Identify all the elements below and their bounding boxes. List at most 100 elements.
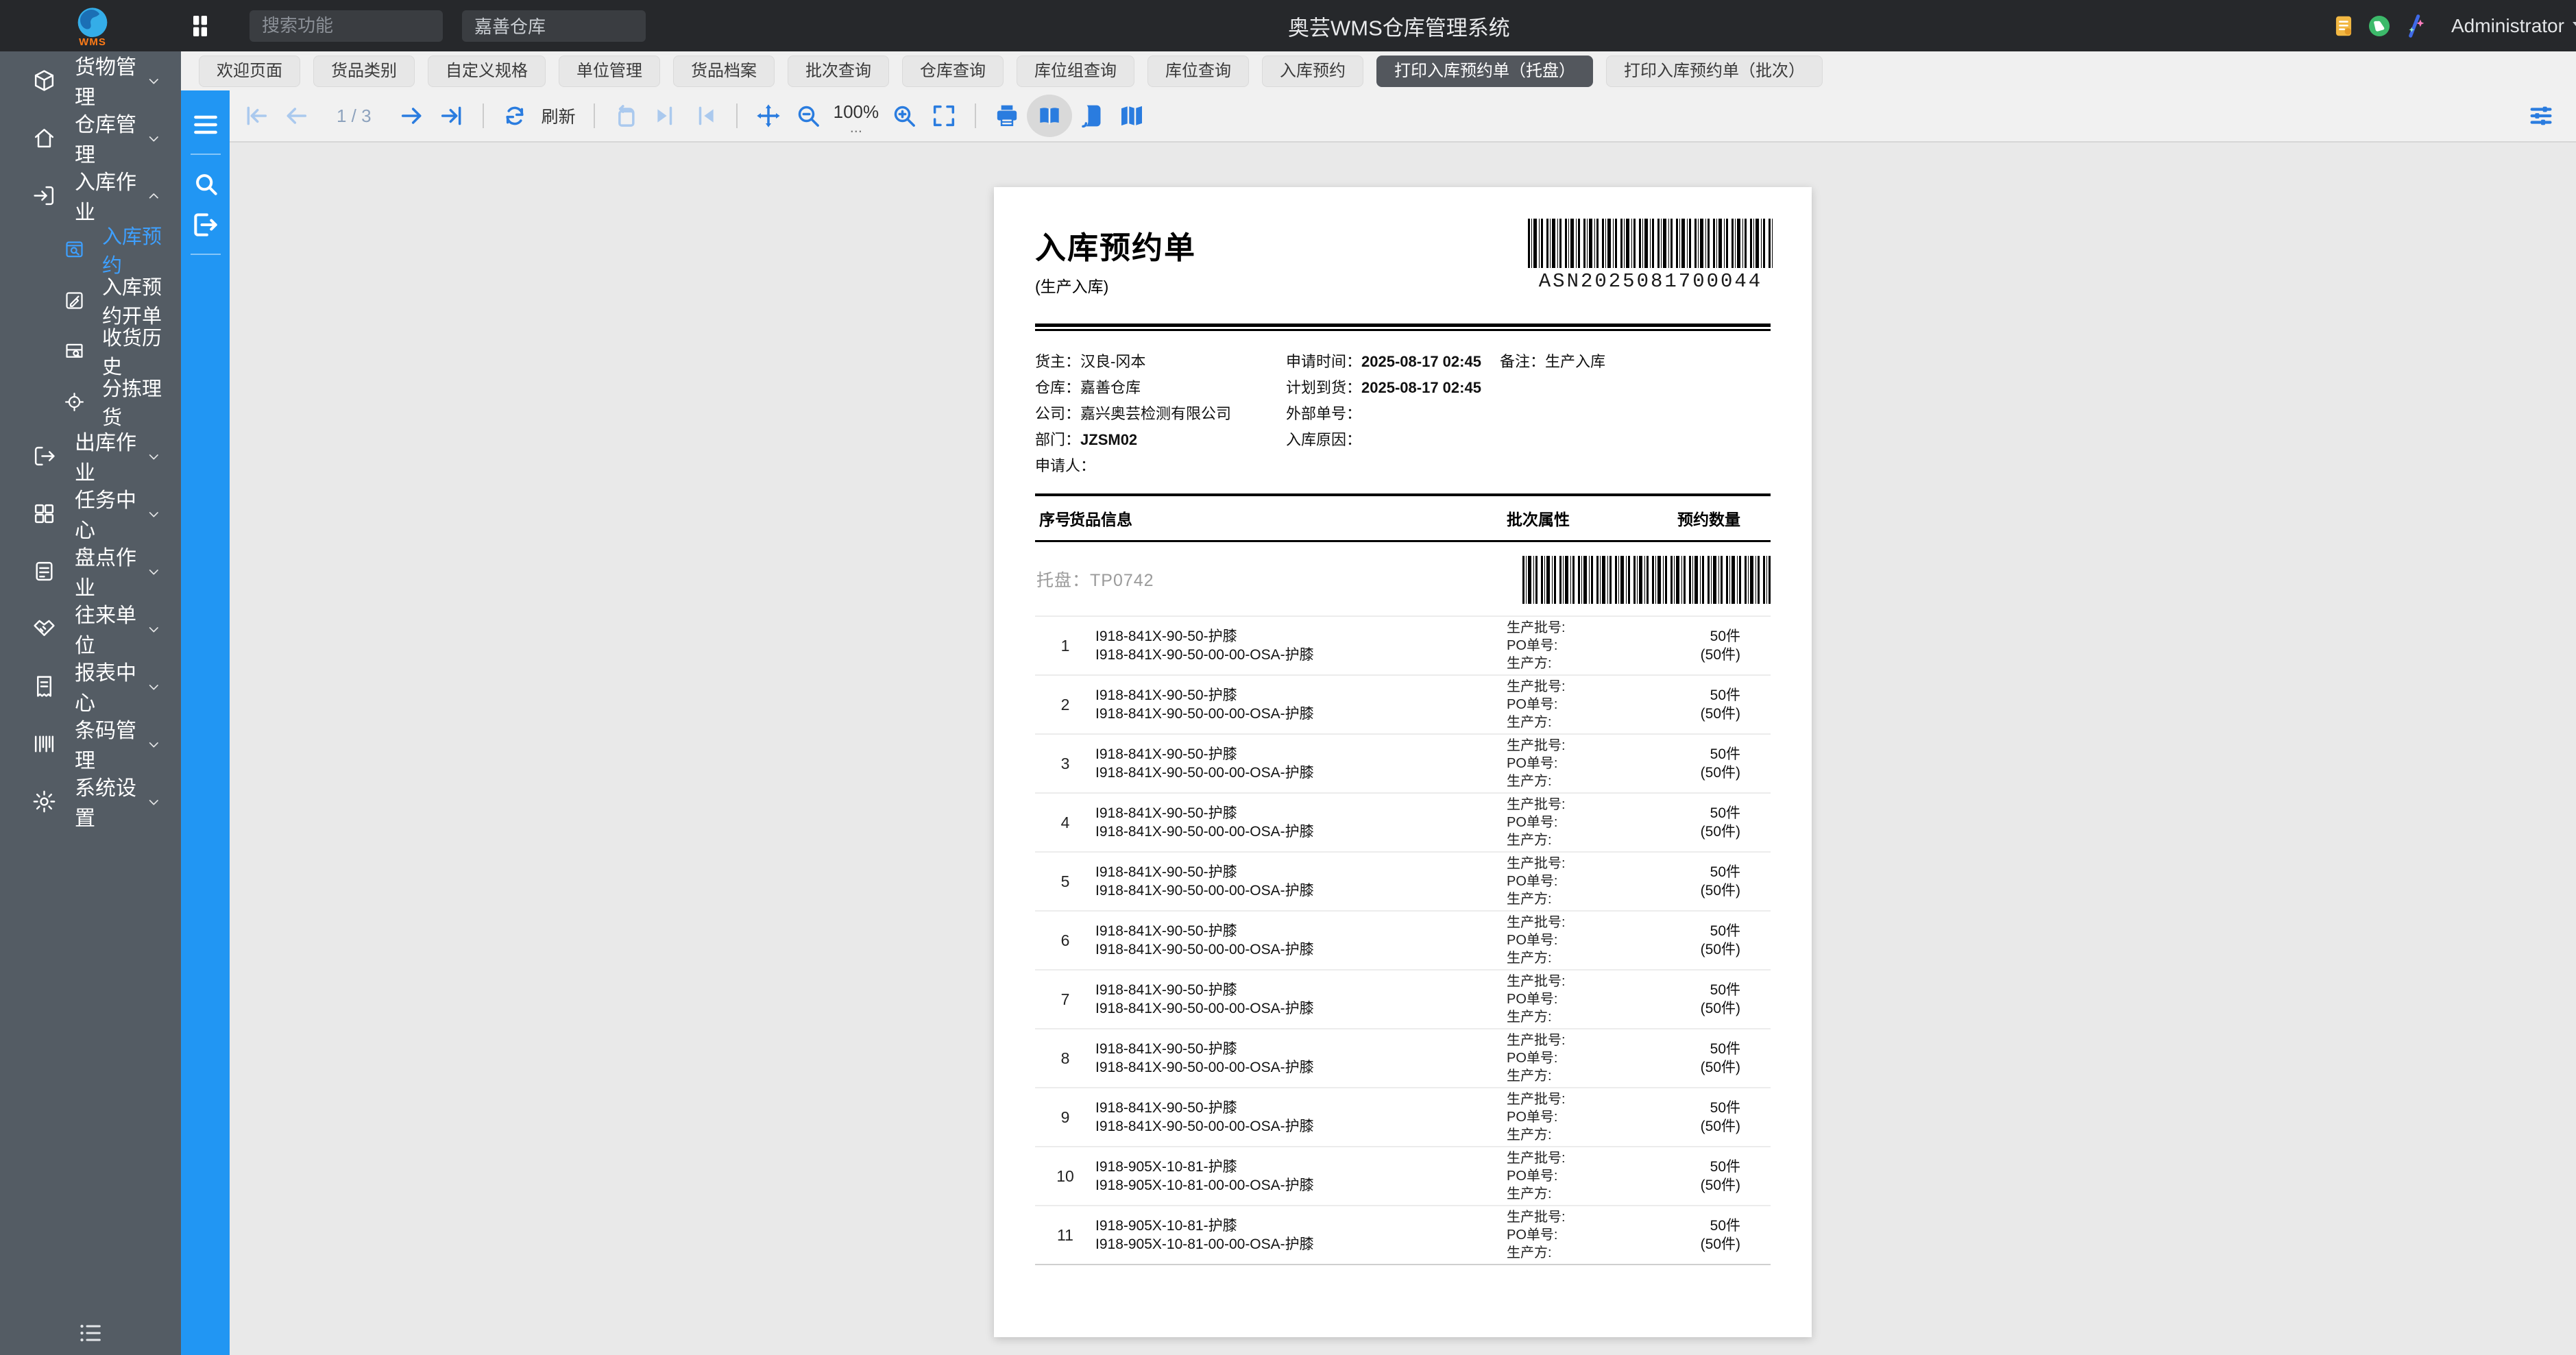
table-row: 6I918-841X-90-50-护膝I918-841X-90-50-00-00… bbox=[1035, 910, 1771, 969]
batch-label: 生产批号: bbox=[1507, 796, 1692, 814]
table-rows: 1 I918-841X-90-50-护膝I918-841X-90-50-00-00… bbox=[1035, 615, 1771, 1265]
batch-label: 生产方: bbox=[1507, 655, 1692, 672]
tab-2[interactable]: 自定义规格 bbox=[428, 56, 546, 87]
tab-3[interactable]: 单位管理 bbox=[559, 56, 660, 87]
next-view-button[interactable] bbox=[685, 96, 725, 136]
scroll-view-button[interactable] bbox=[1072, 96, 1112, 136]
previous-page-button[interactable] bbox=[276, 96, 316, 136]
table-row: 3I918-841X-90-50-护膝I918-841X-90-50-00-00… bbox=[1035, 733, 1771, 792]
warehouse-select-input[interactable] bbox=[462, 10, 646, 42]
reserved-quantity: 50件(50件) bbox=[1692, 1158, 1771, 1195]
info-value: 2025-08-17 02:45 bbox=[1361, 379, 1481, 396]
function-search-input[interactable] bbox=[250, 10, 443, 42]
qty-pieces-sub: (50件) bbox=[1692, 1176, 1740, 1195]
row-number: 1 bbox=[1035, 637, 1095, 655]
app-title: 奥芸WMS仓库管理系统 bbox=[1288, 10, 1510, 41]
rotate-page-button[interactable] bbox=[606, 96, 646, 136]
sidebar-group-3[interactable]: 出库作业 bbox=[0, 427, 181, 485]
search-icon[interactable] bbox=[191, 169, 221, 199]
viewer-canvas: 入库预约单 (生产入库) ASN2025081700044 货主：汉良-冈本仓库… bbox=[230, 143, 2576, 1355]
sidebar-item-2-3[interactable]: 分拣理货 bbox=[0, 376, 181, 427]
last-page-button[interactable] bbox=[432, 96, 472, 136]
sidebar-item-2-0[interactable]: 入库预约 bbox=[0, 224, 181, 275]
apps-grid-icon[interactable] bbox=[186, 12, 214, 40]
zoom-level-display[interactable]: 100% ... bbox=[834, 101, 879, 131]
row-number: 4 bbox=[1035, 814, 1095, 832]
sidebar-group-8[interactable]: 条码管理 bbox=[0, 715, 181, 772]
asn-barcode bbox=[1528, 219, 1773, 268]
row-number: 8 bbox=[1035, 1049, 1095, 1068]
sidebar-group-0[interactable]: 货物管理 bbox=[0, 51, 181, 109]
sidebar-group-1[interactable]: 仓库管理 bbox=[0, 109, 181, 167]
sidebar-group-7[interactable]: 报表中心 bbox=[0, 657, 181, 715]
item-code: I918-841X-90-50-护膝 bbox=[1095, 686, 1507, 705]
zoom-out-button[interactable] bbox=[788, 96, 828, 136]
sidebar-group-label: 系统设置 bbox=[75, 771, 146, 831]
tab-0[interactable]: 欢迎页面 bbox=[199, 56, 300, 87]
refresh-button[interactable] bbox=[495, 96, 535, 136]
tab-5[interactable]: 批次查询 bbox=[788, 56, 889, 87]
reserved-quantity: 50件(50件) bbox=[1692, 863, 1771, 900]
tab-9[interactable]: 入库预约 bbox=[1262, 56, 1363, 87]
tab-11[interactable]: 打印入库预约单（批次） bbox=[1606, 56, 1823, 87]
sidebar-collapse-icon[interactable] bbox=[77, 1319, 104, 1347]
book-view-button[interactable] bbox=[1027, 95, 1072, 137]
reserved-quantity: 50件(50件) bbox=[1692, 922, 1771, 959]
tab-8[interactable]: 库位查询 bbox=[1147, 56, 1249, 87]
batch-label: 生产批号: bbox=[1507, 619, 1692, 637]
item-info: I918-841X-90-50-护膝I918-841X-90-50-00-00-… bbox=[1095, 745, 1507, 782]
batch-label: 生产方: bbox=[1507, 772, 1692, 790]
zoom-menu-dots: ... bbox=[850, 124, 862, 131]
sidebar: 货物管理仓库管理入库作业入库预约入库预约开单收货历史分拣理货出库作业任务中心盘点… bbox=[0, 51, 181, 1355]
first-page-button[interactable] bbox=[236, 96, 276, 136]
next-page-button[interactable] bbox=[392, 96, 432, 136]
user-name: Administrator bbox=[2451, 15, 2564, 37]
reserved-quantity: 50件(50件) bbox=[1692, 627, 1771, 664]
sidebar-group-5[interactable]: 盘点作业 bbox=[0, 542, 181, 600]
qty-pieces: 50件 bbox=[1692, 1217, 1740, 1235]
ai-assistant-icon[interactable] bbox=[2399, 10, 2431, 42]
pallet-label: 托盘：TP0742 bbox=[1036, 567, 1154, 591]
row-number: 9 bbox=[1035, 1108, 1095, 1127]
sidebar-item-label: 分拣理货 bbox=[102, 373, 181, 430]
notes-icon[interactable] bbox=[2328, 10, 2359, 42]
tab-1[interactable]: 货品类别 bbox=[313, 56, 415, 87]
tab-4[interactable]: 货品档案 bbox=[673, 56, 775, 87]
sidebar-item-2-1[interactable]: 入库预约开单 bbox=[0, 275, 181, 326]
tab-7[interactable]: 库位组查询 bbox=[1017, 56, 1134, 87]
sidebar-group-6[interactable]: 往来单位 bbox=[0, 600, 181, 657]
info-label: 计划到货： bbox=[1286, 379, 1361, 396]
sidebar-group-9[interactable]: 系统设置 bbox=[0, 772, 181, 830]
qty-pieces: 50件 bbox=[1692, 922, 1740, 940]
batch-attributes: 生产批号:PO单号:生产方: bbox=[1507, 914, 1692, 967]
info-label: 入库原因： bbox=[1286, 431, 1361, 448]
tab-10[interactable]: 打印入库预约单（托盘） bbox=[1376, 56, 1593, 87]
user-menu[interactable]: Administrator bbox=[2451, 15, 2576, 37]
print-button[interactable] bbox=[987, 96, 1027, 136]
box-icon bbox=[32, 68, 57, 93]
previous-view-button[interactable] bbox=[646, 96, 685, 136]
booklet-view-button[interactable] bbox=[1112, 96, 1152, 136]
qty-pieces-sub: (50件) bbox=[1692, 999, 1740, 1018]
info-value: JZSM02 bbox=[1080, 431, 1137, 448]
viewer-settings-button[interactable] bbox=[2521, 96, 2561, 136]
pallet-row: 托盘：TP0742 bbox=[1035, 542, 1771, 615]
col-header-qty: 预约数量 bbox=[1677, 506, 1740, 530]
pan-tool-button[interactable] bbox=[749, 96, 788, 136]
sidebar-toggle-icon[interactable] bbox=[191, 110, 221, 140]
fullscreen-button[interactable] bbox=[924, 96, 964, 136]
item-code-full: I918-905X-10-81-00-00-OSA-护膝 bbox=[1095, 1176, 1507, 1195]
sidebar-item-2-2[interactable]: 收货历史 bbox=[0, 326, 181, 376]
tab-6[interactable]: 仓库查询 bbox=[902, 56, 1004, 87]
batch-label: 生产方: bbox=[1507, 1244, 1692, 1262]
batch-label: PO单号: bbox=[1507, 990, 1692, 1008]
wechat-icon[interactable] bbox=[2364, 10, 2395, 42]
zoom-in-button[interactable] bbox=[884, 96, 924, 136]
sidebar-item-label: 入库预约 bbox=[102, 221, 181, 278]
info-column-1: 货主：汉良-冈本仓库：嘉善仓库公司：嘉兴奥芸检测有限公司部门：JZSM02申请人… bbox=[1035, 349, 1231, 479]
batch-label: PO单号: bbox=[1507, 637, 1692, 655]
sidebar-group-4[interactable]: 任务中心 bbox=[0, 485, 181, 542]
sidebar-group-2[interactable]: 入库作业 bbox=[0, 167, 181, 224]
export-icon[interactable] bbox=[191, 210, 221, 240]
chevron-up-icon bbox=[146, 186, 162, 204]
